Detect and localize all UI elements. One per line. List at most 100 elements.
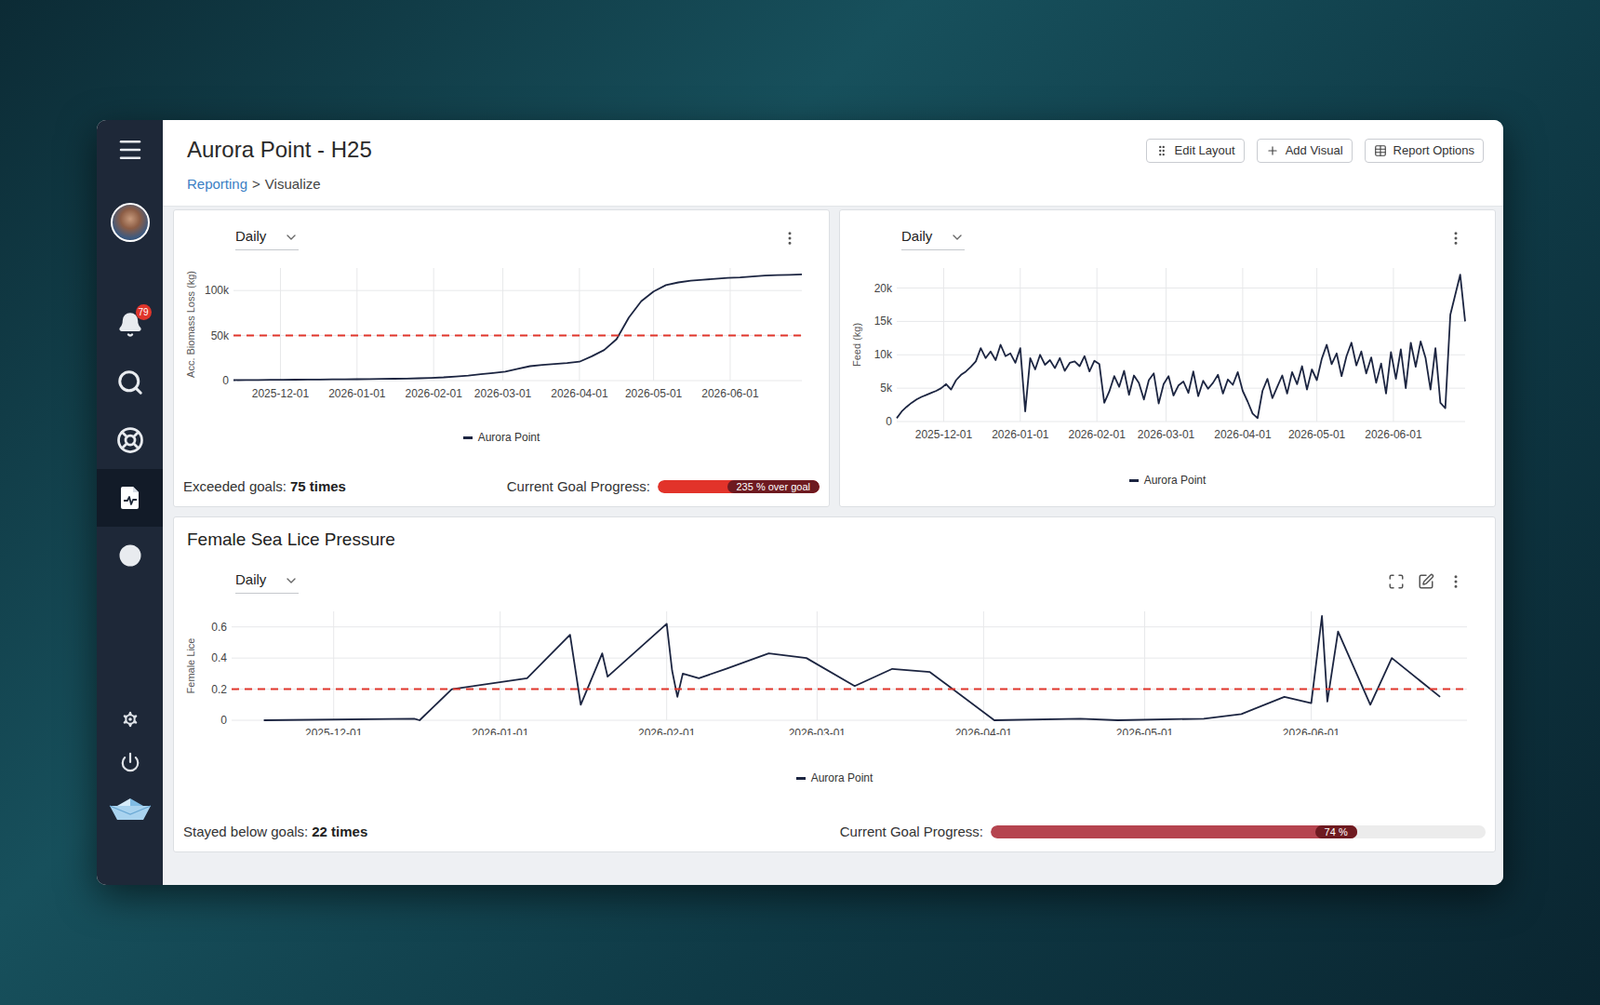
y-axis-title: Feed (kg) [851, 322, 863, 367]
grid-line [231, 626, 1467, 627]
chart-footer: Stayed below goals:22 timesCurrent Goal … [183, 821, 1486, 843]
grid-line [896, 387, 1466, 389]
grid-line [333, 611, 334, 720]
grid-line [1019, 267, 1021, 422]
avatar[interactable] [110, 202, 150, 242]
toolbar-button[interactable]: Report Options [1364, 138, 1484, 163]
x-tick-label: 2026-01-01 [991, 427, 1050, 441]
report-canvas: DailyAcc. Biomass Loss (kg)050k100k2025-… [162, 206, 1504, 885]
toolbar-button[interactable]: Add Visual [1256, 138, 1353, 163]
x-tick-label: 2026-02-01 [638, 726, 696, 735]
grid-line [233, 290, 802, 292]
toolbar-button[interactable]: Edit Layout [1146, 138, 1245, 163]
grid-line [231, 657, 1467, 659]
x-tick-label: 2026-04-01 [955, 726, 1014, 735]
expand-icon[interactable] [1387, 573, 1405, 590]
legend-item[interactable]: Aurora Point [463, 429, 541, 445]
sea-lice-card: Female Sea Lice Pressure Daily Female Lice… [173, 516, 1496, 853]
y-tick-label: 50k [211, 329, 230, 343]
gear-icon [120, 708, 141, 730]
legend-item[interactable]: Aurora Point [1129, 472, 1207, 488]
y-tick-label: 20k [874, 281, 894, 295]
y-tick-label: 0 [885, 414, 893, 428]
period-select[interactable]: Daily [901, 226, 965, 251]
x-tick-label: 2026-04-01 [550, 386, 609, 400]
y-axis-title: Female Lice [185, 638, 197, 694]
grid-line [1144, 611, 1146, 720]
goal-progress-title: Current Goal Progress: [840, 821, 984, 843]
period-select[interactable]: Daily [235, 226, 299, 251]
x-tick-label: 2025-12-01 [915, 427, 974, 441]
chart-legend: Aurora Point [183, 770, 1486, 786]
chart-legend: Aurora Point [849, 472, 1486, 488]
sidebar-reports-item[interactable] [96, 468, 163, 527]
sidebar-map-item[interactable] [96, 526, 163, 585]
grid-line [896, 320, 1466, 322]
x-tick-label: 2026-05-01 [625, 386, 683, 400]
grid-line [578, 267, 580, 381]
lifebuoy-icon [116, 426, 145, 454]
edit-icon[interactable] [1417, 573, 1435, 590]
grid-line [943, 267, 945, 422]
chevron-down-icon [283, 229, 299, 245]
plus-icon [1266, 144, 1280, 158]
grid-line [1241, 267, 1243, 422]
sidebar-logo-item [96, 783, 163, 836]
power-icon [120, 751, 141, 773]
boat-logo-icon [107, 797, 153, 822]
more-options-icon[interactable] [1447, 573, 1465, 590]
page-title: Aurora Point - H25 [186, 135, 373, 164]
sea-lice-chart: Female Lice00.20.40.62025-12-012026-01-0… [183, 600, 1488, 735]
sidebar-power-item[interactable] [96, 740, 163, 784]
x-tick-label: 2026-06-01 [701, 386, 760, 400]
series-line [896, 274, 1466, 418]
series-line [264, 615, 1441, 720]
x-tick-label: 2025-12-01 [305, 726, 363, 735]
goal-progress-fill: 235 % over goal [657, 480, 820, 494]
x-tick-label: 2026-01-01 [471, 726, 530, 735]
goal-line [231, 688, 1467, 691]
more-options-icon[interactable] [1447, 229, 1465, 247]
goal-progress-bar: 74 % [990, 825, 1486, 839]
grid-line [499, 611, 501, 720]
grid-line [896, 421, 1466, 423]
sidebar-avatar-item[interactable] [96, 198, 163, 247]
legend-swatch [796, 776, 806, 780]
more-options-icon[interactable] [781, 229, 799, 247]
y-tick-label: 15k [874, 314, 894, 328]
grid-line [896, 354, 1466, 356]
y-tick-label: 0 [222, 373, 229, 387]
goal-progress-label: 74 % [1315, 825, 1358, 839]
y-tick-label: 0 [220, 713, 227, 727]
legend-swatch [1129, 479, 1139, 482]
sidebar-notifications-item[interactable]: 79 [96, 295, 163, 354]
y-tick-label: 10k [874, 347, 894, 361]
grid-line [896, 287, 1466, 289]
notifications[interactable]: 79 [117, 311, 144, 338]
feed-card: DailyFeed (kg)05k10k15k20k2025-12-012026… [839, 209, 1496, 507]
report-document-icon [119, 485, 142, 510]
grid-line [231, 688, 1467, 690]
sidebar-settings-item[interactable] [96, 697, 163, 741]
main-area: Aurora Point - H25Reporting>VisualizeEdi… [162, 120, 1504, 885]
grip-icon [1155, 144, 1169, 158]
x-tick-label: 2026-03-01 [1137, 427, 1196, 441]
card-title: Female Sea Lice Pressure [183, 526, 1486, 553]
x-tick-label: 2026-06-01 [1282, 726, 1341, 735]
grid-line [1165, 267, 1167, 422]
legend-item[interactable]: Aurora Point [796, 770, 874, 786]
x-tick-label: 2026-04-01 [1213, 427, 1272, 441]
chevron-down-icon [949, 229, 965, 245]
breadcrumb-item[interactable]: Reporting [186, 174, 248, 194]
x-tick-label: 2026-02-01 [1067, 427, 1126, 441]
x-tick-label: 2026-05-01 [1288, 427, 1347, 441]
sidebar-menu-item[interactable] [96, 125, 163, 174]
y-tick-label: 0.4 [211, 651, 227, 665]
table-icon [1373, 144, 1387, 158]
period-select[interactable]: Daily [235, 569, 299, 594]
sidebar-support-item[interactable] [96, 411, 163, 469]
sidebar-search-item[interactable] [96, 353, 163, 412]
breadcrumb-separator: > [252, 174, 261, 194]
goal-count: Exceeded goals:75 times [183, 476, 347, 498]
x-tick-label: 2026-03-01 [474, 386, 533, 400]
